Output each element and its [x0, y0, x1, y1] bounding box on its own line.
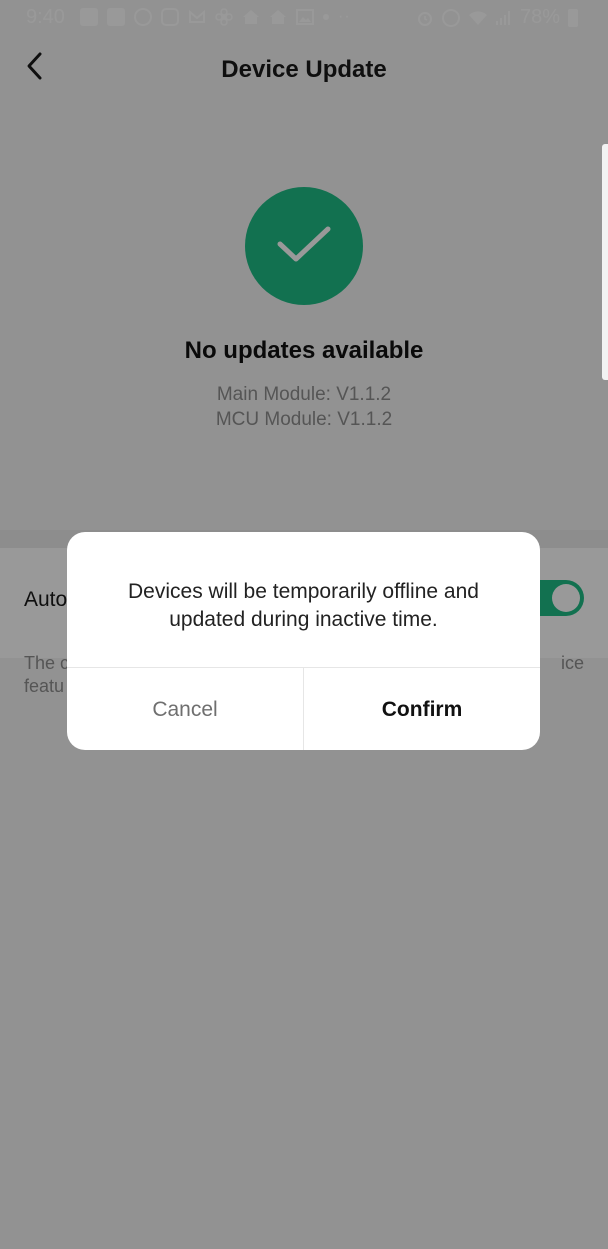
- confirm-dialog: Devices will be temporarily offline and …: [67, 532, 540, 750]
- confirm-button[interactable]: Confirm: [304, 668, 540, 750]
- cancel-button[interactable]: Cancel: [67, 668, 304, 750]
- dialog-actions: Cancel Confirm: [67, 667, 540, 750]
- dialog-message: Devices will be temporarily offline and …: [128, 580, 479, 631]
- scrollbar[interactable]: [602, 144, 608, 380]
